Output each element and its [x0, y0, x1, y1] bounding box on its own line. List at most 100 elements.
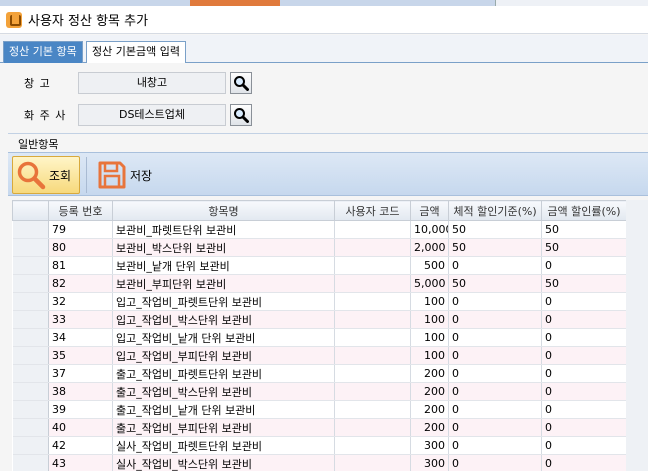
amount-cell[interactable]: 100	[410, 292, 449, 311]
header-reg-no[interactable]: 등록 번호	[48, 200, 113, 221]
item-name-cell[interactable]: 출고_작업비_낱개 단위 보관비	[112, 400, 335, 419]
item-name-cell[interactable]: 입고_작업비_부피단위 보관비	[112, 346, 335, 365]
amount-cell[interactable]: 100	[410, 346, 449, 365]
row-selector[interactable]	[12, 382, 49, 401]
volume-discount-cell[interactable]: 0	[448, 310, 542, 329]
user-code-cell[interactable]	[334, 346, 411, 365]
table-row[interactable]: 82 보관비_부피단위 보관비 5,000 50 50	[12, 274, 626, 293]
reg-no-cell[interactable]: 79	[48, 220, 113, 239]
amount-discount-cell[interactable]: 0	[541, 454, 626, 471]
amount-discount-cell[interactable]: 0	[541, 292, 626, 311]
row-selector[interactable]	[12, 256, 49, 275]
amount-discount-cell[interactable]: 0	[541, 382, 626, 401]
header-amount-discount[interactable]: 금액 할인률(%)	[541, 200, 626, 221]
item-name-cell[interactable]: 출고_작업비_부피단위 보관비	[112, 418, 335, 437]
user-code-cell[interactable]	[334, 274, 411, 293]
amount-cell[interactable]: 100	[410, 328, 449, 347]
table-row[interactable]: 81 보관비_낱개 단위 보관비 500 0 0	[12, 256, 626, 275]
user-code-cell[interactable]	[334, 256, 411, 275]
user-code-cell[interactable]	[334, 310, 411, 329]
warehouse-field[interactable]: 내창고	[78, 72, 226, 94]
reg-no-cell[interactable]: 42	[48, 436, 113, 455]
volume-discount-cell[interactable]: 0	[448, 382, 542, 401]
volume-discount-cell[interactable]: 0	[448, 400, 542, 419]
user-code-cell[interactable]	[334, 238, 411, 257]
volume-discount-cell[interactable]: 0	[448, 418, 542, 437]
row-selector[interactable]	[12, 292, 49, 311]
reg-no-cell[interactable]: 38	[48, 382, 113, 401]
item-name-cell[interactable]: 보관비_낱개 단위 보관비	[112, 256, 335, 275]
amount-discount-cell[interactable]: 0	[541, 310, 626, 329]
header-volume-discount[interactable]: 체적 할인기준(%)	[448, 200, 542, 221]
query-button[interactable]: 조회	[12, 156, 80, 194]
reg-no-cell[interactable]: 39	[48, 400, 113, 419]
amount-discount-cell[interactable]: 0	[541, 418, 626, 437]
amount-cell[interactable]: 5,000	[410, 274, 449, 293]
row-selector[interactable]	[12, 346, 49, 365]
shipper-search-button[interactable]	[230, 104, 252, 126]
volume-discount-cell[interactable]: 0	[448, 454, 542, 471]
table-row[interactable]: 79보관비_파렛트단위 보관비10,0005050	[12, 220, 626, 239]
header-item-name[interactable]: 항목명	[112, 200, 335, 221]
amount-cell[interactable]: 200	[410, 382, 449, 401]
reg-no-cell[interactable]: 80	[48, 238, 113, 257]
reg-no-cell[interactable]: 40	[48, 418, 113, 437]
amount-cell[interactable]: 200	[410, 400, 449, 419]
amount-discount-cell[interactable]: 0	[541, 256, 626, 275]
reg-no-cell[interactable]: 33	[48, 310, 113, 329]
item-name-cell[interactable]: 출고_작업비_박스단위 보관비	[112, 382, 335, 401]
reg-no-cell[interactable]: 32	[48, 292, 113, 311]
amount-discount-cell[interactable]: 50	[541, 274, 626, 293]
user-code-cell[interactable]	[334, 436, 411, 455]
row-selector[interactable]	[12, 418, 49, 437]
volume-discount-cell[interactable]: 0	[448, 346, 542, 365]
item-name-cell[interactable]: 실사_작업비_파렛트단위 보관비	[112, 436, 335, 455]
amount-cell[interactable]: 2,000	[410, 238, 449, 257]
row-selector[interactable]	[12, 328, 49, 347]
volume-discount-cell[interactable]: 0	[448, 436, 542, 455]
header-user-code[interactable]: 사용자 코드	[334, 200, 411, 221]
user-code-cell[interactable]	[334, 364, 411, 383]
table-row[interactable]: 32 입고_작업비_파렛트단위 보관비 100 0 0	[12, 292, 626, 311]
volume-discount-cell[interactable]: 0	[448, 364, 542, 383]
user-code-cell[interactable]	[334, 382, 411, 401]
item-name-cell[interactable]: 입고_작업비_파렛트단위 보관비	[112, 292, 335, 311]
table-row[interactable]: 43 실사_작업비_박스단위 보관비 300 0 0	[12, 454, 626, 471]
item-name-cell[interactable]: 출고_작업비_파렛트단위 보관비	[112, 364, 335, 383]
row-selector[interactable]	[12, 238, 49, 257]
item-name-cell[interactable]: 실사_작업비_박스단위 보관비	[112, 454, 335, 471]
table-row[interactable]: 33 입고_작업비_박스단위 보관비 100 0 0	[12, 310, 626, 329]
item-name-cell[interactable]: 보관비_파렛트단위 보관비	[112, 220, 335, 239]
table-row[interactable]: 42 실사_작업비_파렛트단위 보관비 300 0 0	[12, 436, 626, 455]
user-code-cell[interactable]	[334, 418, 411, 437]
reg-no-cell[interactable]: 82	[48, 274, 113, 293]
user-code-cell[interactable]	[334, 454, 411, 471]
table-row[interactable]: 38 출고_작업비_박스단위 보관비 200 0 0	[12, 382, 626, 401]
tab-basic-items[interactable]: 정산 기본 항목	[3, 41, 83, 63]
row-selector[interactable]	[12, 364, 49, 383]
header-row-selector[interactable]	[12, 200, 49, 221]
table-row[interactable]: 34 입고_작업비_낱개 단위 보관비 100 0 0	[12, 328, 626, 347]
amount-cell[interactable]: 100	[410, 310, 449, 329]
amount-cell[interactable]: 500	[410, 256, 449, 275]
amount-discount-cell[interactable]: 0	[541, 400, 626, 419]
volume-discount-cell[interactable]: 0	[448, 328, 542, 347]
amount-discount-cell[interactable]: 50	[541, 238, 626, 257]
table-row[interactable]: 37 출고_작업비_파렛트단위 보관비 200 0 0	[12, 364, 626, 383]
amount-discount-cell[interactable]: 0	[541, 328, 626, 347]
reg-no-cell[interactable]: 81	[48, 256, 113, 275]
save-button[interactable]: 저장	[94, 156, 164, 194]
amount-discount-cell[interactable]: 0	[541, 364, 626, 383]
reg-no-cell[interactable]: 35	[48, 346, 113, 365]
amount-discount-cell[interactable]: 50	[541, 220, 626, 239]
user-code-cell[interactable]	[334, 328, 411, 347]
tab-basic-amount-input[interactable]: 정산 기본금액 입력	[86, 41, 186, 64]
data-grid[interactable]: 등록 번호 항목명 사용자 코드 금액 체적 할인기준(%) 금액 할인률(%)…	[12, 200, 626, 471]
reg-no-cell[interactable]: 34	[48, 328, 113, 347]
amount-cell[interactable]: 200	[410, 364, 449, 383]
item-name-cell[interactable]: 보관비_부피단위 보관비	[112, 274, 335, 293]
volume-discount-cell[interactable]: 50	[448, 274, 542, 293]
amount-discount-cell[interactable]: 0	[541, 436, 626, 455]
row-selector[interactable]	[12, 436, 49, 455]
row-selector[interactable]	[12, 400, 49, 419]
